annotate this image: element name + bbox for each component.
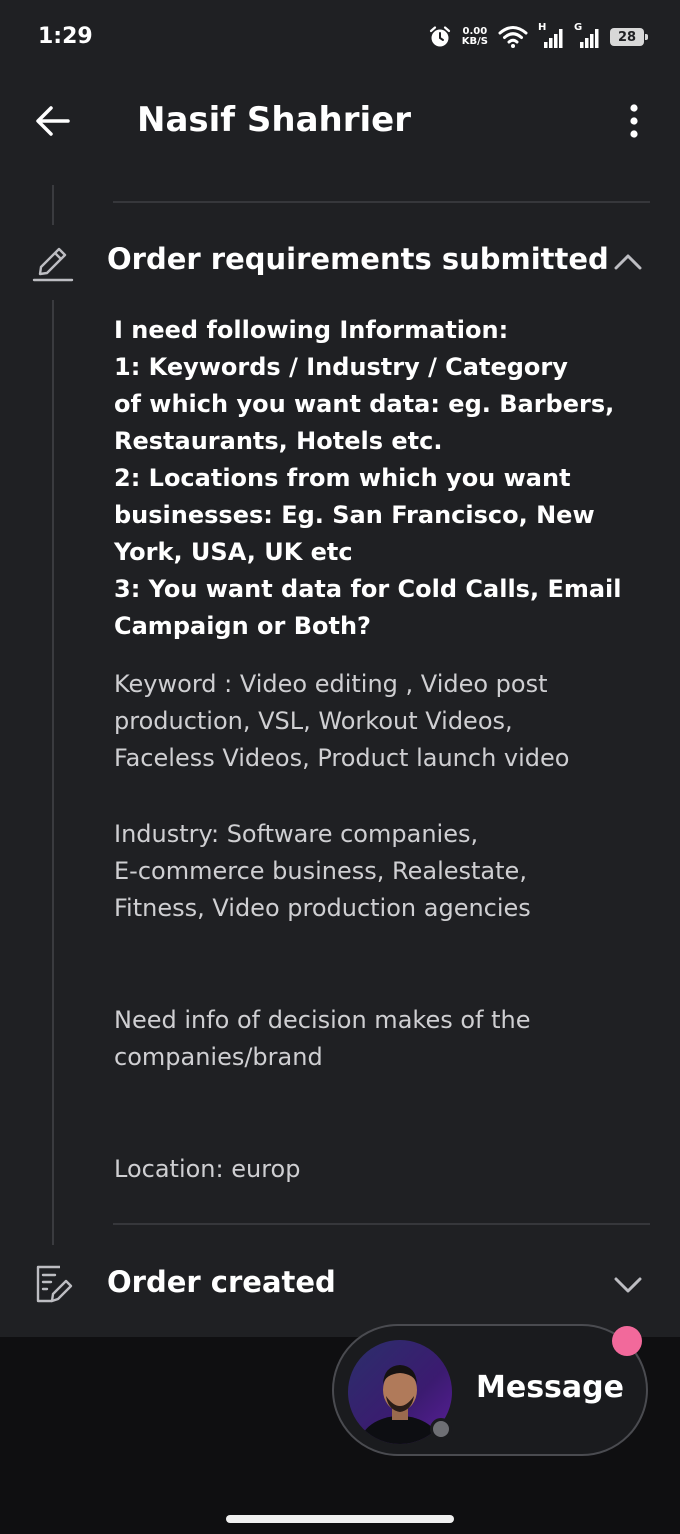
more-vertical-icon — [630, 104, 638, 138]
more-options-button[interactable] — [616, 100, 652, 144]
question-line: York, USA, UK etc — [114, 538, 353, 566]
timeline-connector — [52, 185, 54, 225]
question-line: I need following Information: — [114, 316, 509, 344]
signal-icon: H — [538, 22, 564, 50]
status-time: 1:29 — [38, 24, 93, 49]
net-speed-unit: KB/S — [461, 36, 488, 47]
signal-icon-2: G — [574, 22, 600, 50]
answer-location: Location: europ — [114, 1151, 634, 1188]
home-indicator[interactable] — [226, 1515, 454, 1523]
arrow-left-icon — [36, 106, 70, 136]
answer-industry: Industry: Software companies, E-commerce… — [114, 816, 634, 927]
answer-line: companies/brand — [114, 1043, 323, 1071]
alarm-icon — [429, 26, 450, 47]
answer-line: production, VSL, Workout Videos, — [114, 707, 513, 735]
net-speed: 0.00 KB/S — [462, 27, 488, 47]
chevron-down-icon[interactable] — [610, 1267, 646, 1303]
order-created-section-title: Order created — [107, 1265, 336, 1299]
divider — [113, 1223, 650, 1225]
chevron-up-icon[interactable] — [610, 244, 646, 280]
answer-line: Location: europ — [114, 1155, 301, 1183]
question-line: 1: Keywords / Industry / Category — [114, 353, 568, 381]
app-bar: Nasif Shahrier — [0, 72, 680, 172]
back-button[interactable] — [30, 98, 76, 144]
timeline-connector — [52, 300, 54, 1245]
requirements-section-title: Order requirements submitted — [107, 242, 609, 276]
status-bar: 1:29 0.00 KB/S H G 28 — [0, 0, 680, 72]
answer-decision-makers: Need info of decision makes of the compa… — [114, 1002, 634, 1076]
divider — [113, 201, 650, 203]
battery-icon: 28 — [610, 28, 648, 46]
page-title: Nasif Shahrier — [137, 100, 412, 140]
answer-line: Industry: Software companies, — [114, 820, 479, 848]
message-button[interactable]: Message — [332, 1324, 648, 1456]
question-line: businesses: Eg. San Francisco, New — [114, 501, 595, 529]
question-line: 2: Locations from which you want — [114, 464, 571, 492]
answer-line: Keyword : Video editing , Video post — [114, 670, 548, 698]
presence-indicator — [430, 1418, 452, 1440]
wifi-icon — [498, 26, 528, 48]
message-button-label: Message — [476, 1370, 624, 1405]
question-line: Campaign or Both? — [114, 612, 371, 640]
pencil-icon — [32, 247, 74, 282]
status-icons: 0.00 KB/S H G 28 — [428, 22, 648, 52]
requirements-section-header[interactable]: Order requirements submitted — [0, 232, 680, 292]
battery-level: 28 — [617, 29, 637, 45]
notification-dot — [612, 1326, 642, 1356]
answer-keyword: Keyword : Video editing , Video post pro… — [114, 666, 634, 777]
question-line: Restaurants, Hotels etc. — [114, 427, 443, 455]
order-created-section-header[interactable]: Order created — [0, 1255, 680, 1315]
question-line: of which you want data: eg. Barbers, — [114, 390, 615, 418]
answer-line: Faceless Videos, Product launch video — [114, 744, 570, 772]
question-line: 3: You want data for Cold Calls, Email — [114, 575, 622, 603]
requirements-question: I need following Information: 1: Keyword… — [114, 312, 634, 645]
answer-line: Need info of decision makes of the — [114, 1006, 531, 1034]
order-edit-icon — [36, 1265, 73, 1303]
answer-line: Fitness, Video production agencies — [114, 894, 531, 922]
answer-line: E-commerce business, Realestate, — [114, 857, 527, 885]
